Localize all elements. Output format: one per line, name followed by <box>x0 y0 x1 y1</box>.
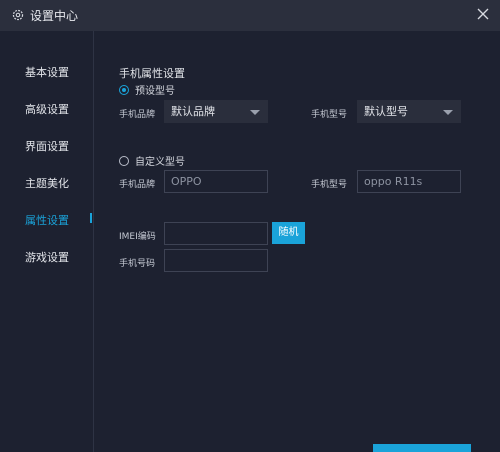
radio-unchecked-icon[interactable] <box>119 155 129 166</box>
imei-label: IMEI编码 <box>119 232 156 242</box>
custom-brand-value: OPPO <box>171 175 202 188</box>
phone-number-input[interactable] <box>164 249 268 272</box>
sidebar-item-properties[interactable]: 属性设置 <box>25 212 69 228</box>
preset-brand-select[interactable]: 默认品牌 <box>164 100 268 123</box>
preset-model-radio[interactable]: 预设型号 <box>119 82 175 97</box>
custom-model-label: 自定义型号 <box>135 157 185 168</box>
sidebar-item-basic[interactable]: 基本设置 <box>25 64 69 80</box>
gear-icon <box>12 9 24 21</box>
chevron-down-icon <box>443 110 453 115</box>
window-title: 设置中心 <box>30 9 79 23</box>
sidebar: 基本设置 高级设置 界面设置 主题美化 属性设置 游戏设置 <box>0 31 94 452</box>
preset-model-value: 默认型号 <box>364 105 408 118</box>
preset-brand-label: 手机品牌 <box>119 110 156 120</box>
custom-model-radio[interactable]: 自定义型号 <box>119 153 185 168</box>
active-indicator <box>90 213 92 223</box>
sidebar-item-game[interactable]: 游戏设置 <box>25 249 69 265</box>
custom-brand-label: 手机品牌 <box>119 180 156 190</box>
section-title: 手机属性设置 <box>119 67 185 80</box>
random-button[interactable]: 随机 <box>272 222 305 244</box>
custom-model-field[interactable]: oppo R11s <box>357 170 461 193</box>
radio-checked-icon[interactable] <box>119 84 129 95</box>
custom-brand-field[interactable]: OPPO <box>164 170 268 193</box>
sidebar-item-theme[interactable]: 主题美化 <box>25 175 69 191</box>
title-bar: 设置中心 <box>0 0 500 31</box>
imei-input[interactable] <box>164 222 268 245</box>
preset-model-select[interactable]: 默认型号 <box>357 100 461 123</box>
preset-model-field-label: 手机型号 <box>311 110 348 120</box>
phone-number-label: 手机号码 <box>119 259 156 269</box>
preset-model-label: 预设型号 <box>135 86 175 97</box>
close-icon[interactable] <box>474 5 492 23</box>
custom-model-value: oppo R11s <box>364 175 423 188</box>
chevron-down-icon <box>250 110 260 115</box>
custom-model-field-label: 手机型号 <box>311 180 348 190</box>
preset-brand-value: 默认品牌 <box>171 105 215 118</box>
bottom-action-button[interactable] <box>373 444 471 452</box>
sidebar-item-interface[interactable]: 界面设置 <box>25 138 69 154</box>
sidebar-item-advanced[interactable]: 高级设置 <box>25 101 69 117</box>
